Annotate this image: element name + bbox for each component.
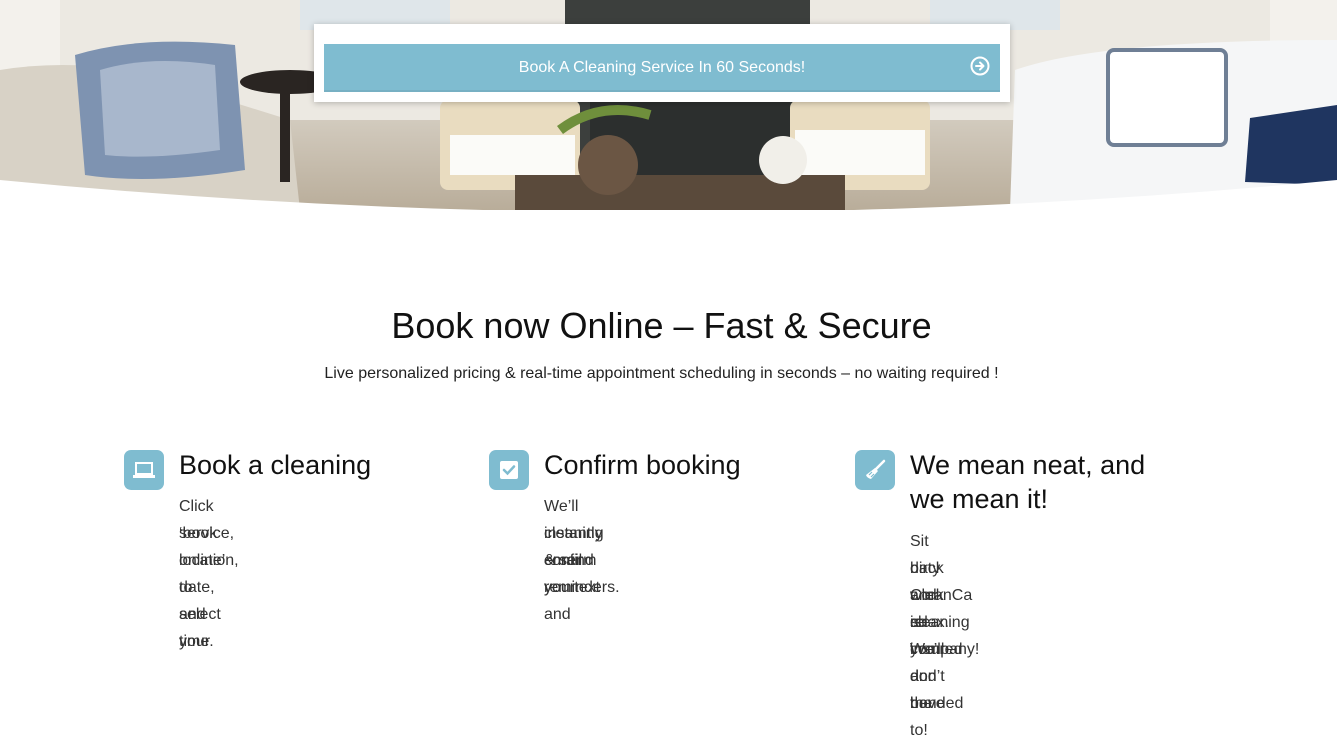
feature-title-line: We mean neat, and [910,450,1146,480]
feature-title: Book a cleaning [179,450,372,480]
book-cleaning-button[interactable]: Book A Cleaning Service In 60 Seconds! [324,44,1000,92]
book-cta-panel: Book A Cleaning Service In 60 Seconds! [314,24,1010,102]
page-title: Book now Online – Fast & Secure [391,305,932,346]
feature-text-line: service, location, date, and time. [179,525,239,650]
page-subtitle: Live personalized pricing & real-time ap… [324,365,999,382]
circle-arrow-right-icon [970,56,990,76]
feature-title-line: we mean it! [910,484,1049,514]
feature-title: Confirm booking [544,450,741,480]
feature-text-line: cleaning company! [910,614,980,658]
checkbox-icon [489,450,529,490]
broom-icon [855,450,895,490]
hero-banner: Book A Cleaning Service In 60 Seconds! [0,0,1337,210]
book-cleaning-label: Book A Cleaning Service In 60 Seconds! [518,59,806,76]
laptop-icon [124,450,164,490]
feature-text-line: email reminders. [544,552,620,596]
